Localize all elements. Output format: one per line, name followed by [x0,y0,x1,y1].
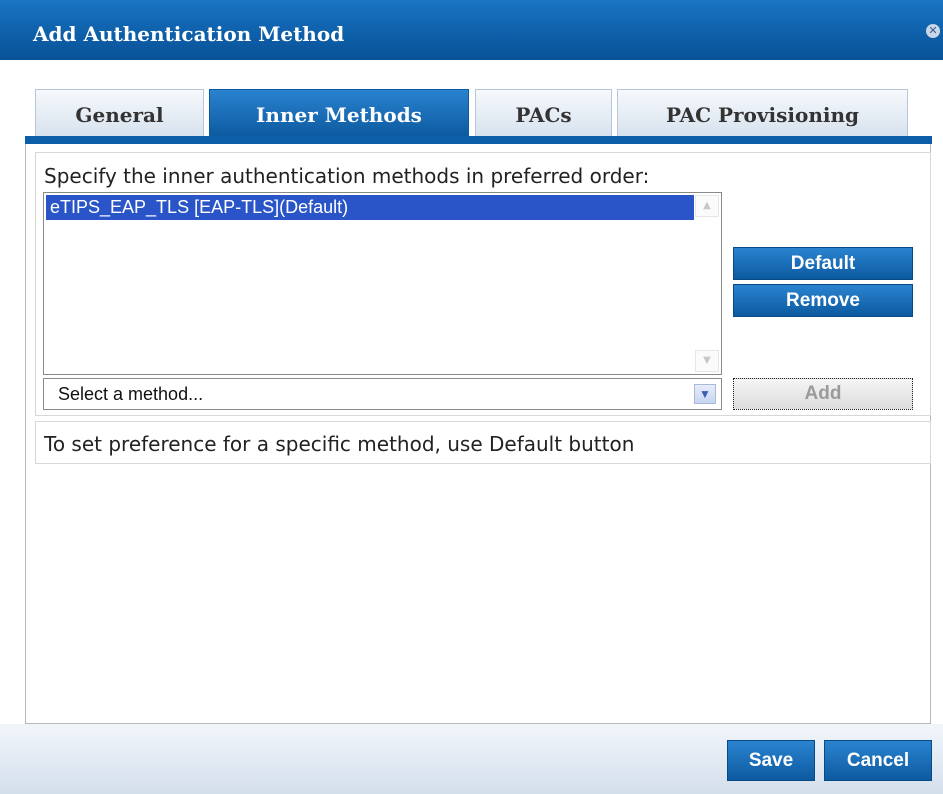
scroll-down-arrow-icon[interactable]: ▼ [695,350,719,372]
scroll-up-arrow-icon[interactable]: ▲ [695,195,719,217]
dialog-title: Add Authentication Method [33,22,345,46]
tab-general[interactable]: General [35,89,204,137]
tab-pacs[interactable]: PACs [475,89,612,137]
chevron-down-icon[interactable]: ▼ [694,384,716,404]
list-item[interactable]: eTIPS_EAP_TLS [EAP-TLS](Default) [46,195,694,220]
list-scrollbar[interactable]: ▲ ▼ [695,195,719,372]
note-text: To set preference for a specific method,… [44,432,635,456]
remove-button[interactable]: Remove [733,284,913,317]
cancel-button[interactable]: Cancel [824,740,932,781]
instruction-text: Specify the inner authentication methods… [44,164,650,188]
tab-pac-provisioning[interactable]: PAC Provisioning [617,89,908,137]
add-button[interactable]: Add [733,378,913,410]
default-button[interactable]: Default [733,247,913,280]
method-select[interactable]: Select a method... ▼ [43,378,722,410]
tab-strip-underline [25,136,932,144]
close-icon[interactable]: ✕ [926,24,940,38]
inner-methods-list[interactable]: eTIPS_EAP_TLS [EAP-TLS](Default) ▲ ▼ [43,192,722,375]
save-button[interactable]: Save [727,740,815,781]
method-select-value: Select a method... [58,384,204,404]
dialog-title-bar: Add Authentication Method ✕ [0,0,943,60]
tab-inner-methods[interactable]: Inner Methods [209,89,469,137]
